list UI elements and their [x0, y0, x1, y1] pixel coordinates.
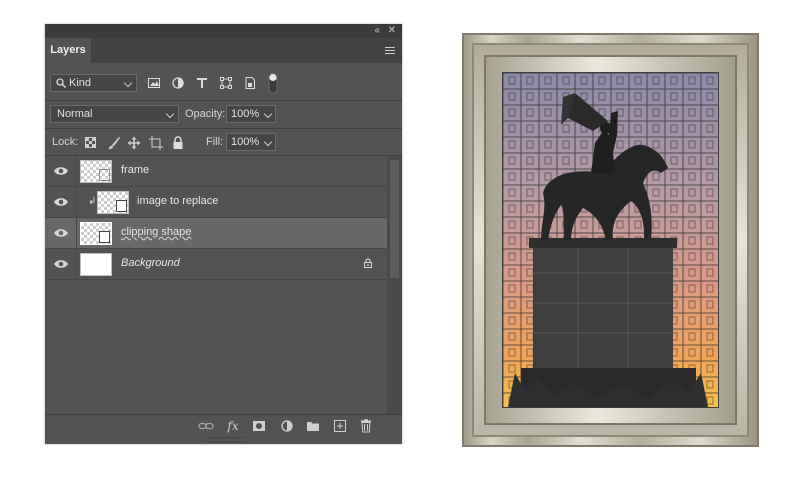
shape-filter-icon[interactable] — [219, 76, 233, 90]
eye-icon[interactable] — [53, 258, 69, 270]
trash-icon[interactable] — [358, 419, 374, 433]
blend-mode-dropdown[interactable]: Normal — [50, 105, 179, 123]
eye-icon[interactable] — [53, 227, 69, 239]
opacity-label: Opacity: — [185, 108, 226, 120]
layer-name: frame — [121, 164, 150, 176]
opacity-value: 100% — [231, 108, 260, 120]
filter-kind-label: Kind — [69, 77, 92, 89]
lock-icon — [364, 258, 372, 268]
blend-mode-value: Normal — [57, 108, 93, 120]
fill-value: 100% — [231, 136, 260, 148]
hamburger-icon[interactable] — [385, 47, 395, 56]
panel-resize-grip[interactable] — [205, 437, 245, 442]
framed-picture — [462, 33, 759, 447]
tab-layers[interactable]: Layers — [45, 38, 91, 63]
layer-thumbnail — [80, 253, 112, 276]
adjustment-icon[interactable] — [279, 419, 295, 433]
layer-name: image to replace — [137, 195, 219, 207]
layer-row-frame[interactable]: frame — [45, 156, 387, 187]
fill-label: Fill: — [206, 136, 224, 148]
lock-position-icon[interactable] — [127, 136, 141, 150]
layer-row-clipping-shape[interactable]: clipping shape — [45, 218, 387, 249]
layer-name: Background — [121, 257, 180, 269]
panel-tab-bar: Layers — [45, 38, 402, 63]
adjustment-filter-icon[interactable] — [171, 76, 185, 90]
lock-row: Lock: Fill: 100% — [45, 129, 402, 156]
layer-thumbnail — [97, 191, 129, 214]
lock-paint-icon[interactable] — [107, 136, 121, 150]
panel-title-bar: « ✕ — [45, 24, 402, 38]
lock-all-icon[interactable] — [171, 136, 185, 150]
link-icon[interactable] — [198, 419, 214, 433]
filter-toggle-icon[interactable] — [268, 72, 278, 94]
lock-label: Lock: — [52, 136, 79, 148]
layer-thumbnail — [80, 222, 112, 245]
layer-name: clipping shape — [121, 226, 192, 238]
close-icon[interactable]: ✕ — [388, 25, 396, 37]
filter-kind-dropdown[interactable]: Kind — [50, 74, 137, 92]
eye-icon[interactable] — [53, 165, 69, 177]
layers-panel: « ✕ Layers Kind Normal Opacity: 100% Loc… — [45, 24, 402, 444]
lock-artboard-icon[interactable] — [149, 136, 163, 150]
statue-photo — [503, 73, 718, 407]
fill-field[interactable]: 100% — [226, 133, 276, 151]
lock-transparent-icon[interactable] — [85, 137, 96, 148]
search-icon — [56, 78, 66, 88]
fx-icon[interactable]: fx — [225, 419, 241, 433]
layers-scrollbar[interactable] — [387, 156, 402, 414]
double-chevron-icon[interactable]: « — [374, 25, 380, 37]
layer-thumbnail — [80, 160, 112, 183]
layer-row-background[interactable]: Background — [45, 249, 387, 280]
eye-icon[interactable] — [53, 196, 69, 208]
mask-icon[interactable] — [251, 419, 267, 433]
filter-row: Kind — [45, 63, 402, 103]
new-layer-icon[interactable] — [332, 419, 348, 433]
folder-icon[interactable] — [305, 419, 321, 433]
pixel-layer-filter-icon[interactable] — [147, 76, 161, 90]
blend-row: Normal Opacity: 100% — [45, 101, 402, 128]
layer-row-image-to-replace[interactable]: ↲ image to replace — [45, 187, 387, 218]
opacity-field[interactable]: 100% — [226, 105, 276, 123]
layers-bottom-toolbar: fx — [45, 414, 402, 437]
type-filter-icon[interactable] — [195, 76, 209, 90]
clip-arrow-icon: ↲ — [88, 196, 97, 207]
smart-object-filter-icon[interactable] — [243, 76, 257, 90]
